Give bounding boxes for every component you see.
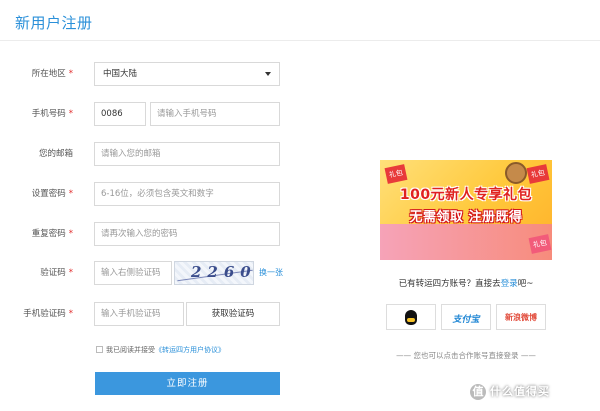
- sms-code-input[interactable]: 输入手机验证码: [94, 302, 184, 326]
- promo-banner[interactable]: 礼包 礼包 礼包 100元新人专享礼包 无需领取 注册既得: [380, 160, 552, 260]
- email-row: 您的邮箱 请输入您的邮箱: [0, 142, 300, 166]
- email-label: 您的邮箱: [38, 149, 73, 159]
- chevron-down-icon: [265, 72, 271, 76]
- password-row: 设置密码 * 6-16位，必须包含英文和数字: [0, 182, 300, 206]
- region-value: 中国大陆: [103, 69, 138, 79]
- phone-label: 手机号码 *: [31, 109, 73, 119]
- promo-ribbon: [380, 224, 552, 260]
- page-title: 新用户注册: [15, 14, 93, 32]
- header-divider: [0, 40, 600, 41]
- promo-headline: 100元新人专享礼包: [399, 187, 533, 203]
- captcha-row: 验证码 * 输入右侧验证码 2260 换一张: [0, 261, 300, 285]
- country-code-input[interactable]: 0086: [94, 102, 146, 126]
- repeat-password-input[interactable]: 请再次输入您的密码: [94, 222, 280, 246]
- weibo-login-button[interactable]: 新浪微博: [496, 304, 546, 330]
- region-row: 所在地区 * 中国大陆: [0, 62, 300, 86]
- login-prompt: 已有转运四方账号？直接去登录吧~: [398, 279, 534, 289]
- phone-input[interactable]: 请输入手机号码: [150, 102, 280, 126]
- captcha-input[interactable]: 输入右侧验证码: [94, 261, 172, 285]
- region-label: 所在地区 *: [31, 69, 73, 79]
- gift-badge: 礼包: [384, 164, 408, 184]
- phone-row: 手机号码 * 0086 请输入手机号码: [0, 102, 300, 126]
- gift-badge: 礼包: [526, 164, 550, 184]
- alipay-login-button[interactable]: 支付宝: [441, 304, 491, 330]
- weibo-icon: 新浪微博: [505, 313, 537, 322]
- alt-login-caption: —— 您也可以点击合作账号直接登录 ——: [396, 351, 536, 360]
- email-input[interactable]: 请输入您的邮箱: [94, 142, 280, 166]
- captcha-image-text: 2260: [191, 263, 254, 281]
- watermark: 什么值得买: [490, 385, 550, 398]
- captcha-image[interactable]: 2260: [174, 261, 254, 285]
- password-label: 设置密码 *: [31, 189, 73, 199]
- get-sms-code-button[interactable]: 获取验证码: [186, 302, 280, 326]
- login-link[interactable]: 登录: [501, 279, 518, 289]
- watermark-logo-icon: 值: [470, 384, 486, 400]
- region-select[interactable]: 中国大陆: [94, 62, 280, 86]
- password-input[interactable]: 6-16位，必须包含英文和数字: [94, 182, 280, 206]
- sms-code-label: 手机验证码 *: [23, 309, 73, 319]
- qq-icon: [405, 310, 417, 325]
- captcha-label: 验证码 *: [40, 268, 73, 278]
- promo-subline: 无需领取 注册既得: [409, 210, 523, 225]
- agreement-checkbox[interactable]: [96, 345, 103, 353]
- sms-code-row: 手机验证码 * 输入手机验证码 获取验证码: [0, 302, 300, 326]
- alipay-icon: 支付宝: [452, 315, 480, 325]
- agreement-text: 我已阅读并接受: [106, 346, 155, 354]
- repeat-password-label: 重复密码 *: [31, 229, 73, 239]
- qq-login-button[interactable]: [386, 304, 436, 330]
- repeat-password-row: 重复密码 * 请再次输入您的密码: [0, 222, 300, 246]
- refresh-captcha-link[interactable]: 换一张: [259, 261, 283, 285]
- agreement-link[interactable]: 《转运四方用户协议》: [155, 346, 225, 354]
- register-button[interactable]: 立即注册: [95, 372, 280, 395]
- mascot-icon: [505, 162, 527, 184]
- agreement-row: 我已阅读并接受《转运四方用户协议》: [96, 345, 225, 357]
